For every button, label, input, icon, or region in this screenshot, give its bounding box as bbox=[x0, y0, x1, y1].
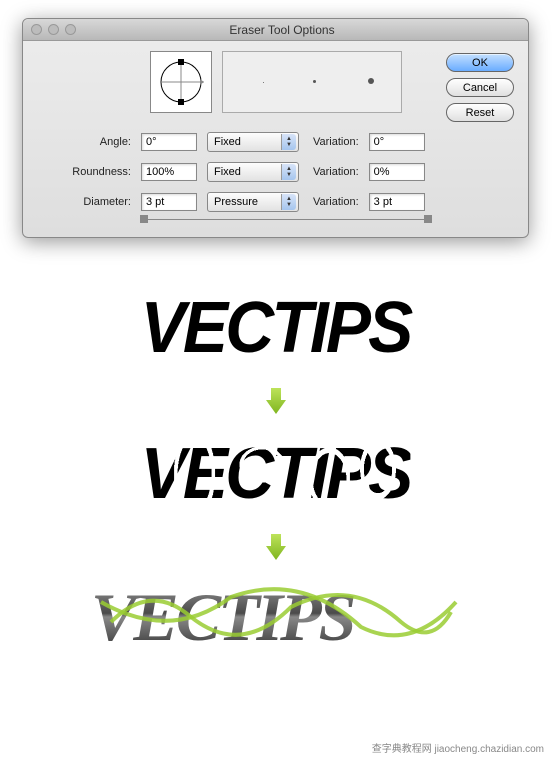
updown-icon: ▲▼ bbox=[281, 134, 296, 150]
roundness-mode-value: Fixed bbox=[214, 166, 241, 178]
sample-text-styled: VECTIPS bbox=[91, 572, 461, 665]
diameter-input[interactable] bbox=[141, 193, 197, 211]
diameter-slider[interactable] bbox=[140, 215, 432, 225]
slider-handle-min[interactable] bbox=[140, 215, 148, 223]
angle-circle-icon bbox=[156, 57, 206, 107]
title-bar: Eraser Tool Options bbox=[23, 19, 528, 41]
updown-icon: ▲▼ bbox=[281, 164, 296, 180]
angle-input[interactable] bbox=[141, 133, 197, 151]
eraser-tool-dialog: Eraser Tool Options OK Can bbox=[22, 18, 529, 238]
angle-mode-value: Fixed bbox=[214, 136, 241, 148]
sample-text-erased: VECTIPS bbox=[141, 426, 411, 522]
zoom-dot[interactable] bbox=[65, 24, 76, 35]
arrow-down-icon bbox=[264, 532, 288, 562]
brush-preview bbox=[222, 51, 402, 113]
diameter-mode-value: Pressure bbox=[214, 196, 258, 208]
cancel-button[interactable]: Cancel bbox=[446, 78, 514, 97]
angle-mode-dropdown[interactable]: Fixed ▲▼ bbox=[207, 132, 299, 152]
window-controls bbox=[31, 24, 76, 35]
watermark: 查字典教程网 jiaocheng.chazidian.com bbox=[368, 739, 548, 756]
diameter-mode-dropdown[interactable]: Pressure ▲▼ bbox=[207, 192, 299, 212]
angle-editor[interactable] bbox=[150, 51, 212, 113]
angle-var-label: Variation: bbox=[313, 136, 359, 148]
roundness-var-label: Variation: bbox=[313, 166, 359, 178]
diameter-label: Diameter: bbox=[35, 196, 131, 208]
arrow-down-icon bbox=[264, 386, 288, 416]
updown-icon: ▲▼ bbox=[281, 194, 296, 210]
angle-label: Angle: bbox=[35, 136, 131, 148]
dialog-title: Eraser Tool Options bbox=[76, 23, 488, 37]
roundness-mode-dropdown[interactable]: Fixed ▲▼ bbox=[207, 162, 299, 182]
sample-text-plain: VECTIPS bbox=[141, 280, 411, 376]
slider-handle-max[interactable] bbox=[424, 215, 432, 223]
angle-var-input[interactable] bbox=[369, 133, 425, 151]
roundness-input[interactable] bbox=[141, 163, 197, 181]
diameter-var-input[interactable] bbox=[369, 193, 425, 211]
roundness-label: Roundness: bbox=[35, 166, 131, 178]
minimize-dot[interactable] bbox=[48, 24, 59, 35]
diameter-var-label: Variation: bbox=[313, 196, 359, 208]
tutorial-result: VECTIPS VECTIPS VECTIPS bbox=[0, 280, 552, 665]
reset-button[interactable]: Reset bbox=[446, 103, 514, 122]
roundness-var-input[interactable] bbox=[369, 163, 425, 181]
close-dot[interactable] bbox=[31, 24, 42, 35]
ok-button[interactable]: OK bbox=[446, 53, 514, 72]
